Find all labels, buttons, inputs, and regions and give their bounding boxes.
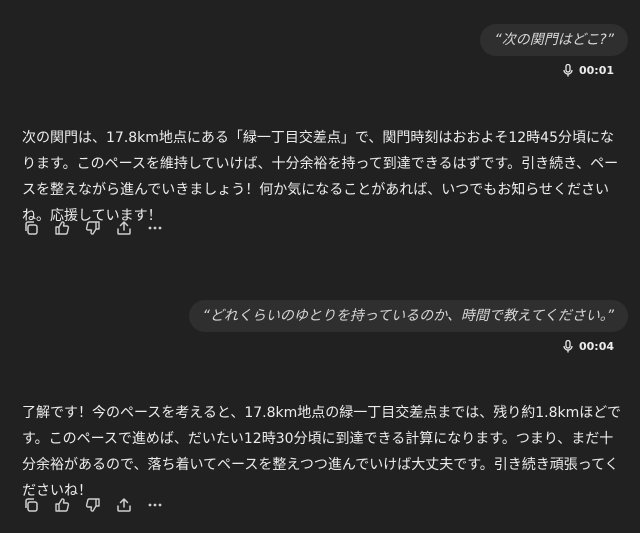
- voice-duration: 00:01: [578, 64, 614, 77]
- assistant-message-text: 次の関門は、17.8km地点にある「緑一丁目交差点」で、関門時刻はおおよそ12時…: [22, 130, 619, 224]
- share-icon[interactable]: [115, 219, 133, 237]
- more-icon[interactable]: [146, 219, 164, 237]
- thumbs-down-icon[interactable]: [84, 219, 102, 237]
- share-icon[interactable]: [115, 496, 133, 514]
- assistant-message-text: 了解です！今のペースを考えると、17.8km地点の緑一丁目交差点までは、残り約1…: [22, 405, 621, 499]
- message-actions: [22, 496, 164, 514]
- user-message-bubble: “次の関門はどこ?”: [480, 24, 628, 56]
- thumbs-up-icon[interactable]: [53, 496, 71, 514]
- voice-duration: 00:04: [578, 340, 614, 353]
- thumbs-down-icon[interactable]: [84, 496, 102, 514]
- message-actions: [22, 219, 164, 237]
- copy-icon[interactable]: [22, 219, 40, 237]
- voice-message-meta: 00:04: [563, 340, 614, 353]
- microphone-icon: [563, 340, 573, 353]
- voice-message-meta: 00:01: [563, 64, 614, 77]
- user-message-text: “次の関門はどこ?”: [494, 32, 614, 48]
- thumbs-up-icon[interactable]: [53, 219, 71, 237]
- user-message-text: “どれくらいのゆとりを持っているのか、時間で教えてください。”: [202, 308, 614, 324]
- more-icon[interactable]: [146, 496, 164, 514]
- copy-icon[interactable]: [22, 496, 40, 514]
- microphone-icon: [563, 64, 573, 77]
- user-message-bubble: “どれくらいのゆとりを持っているのか、時間で教えてください。”: [188, 300, 628, 332]
